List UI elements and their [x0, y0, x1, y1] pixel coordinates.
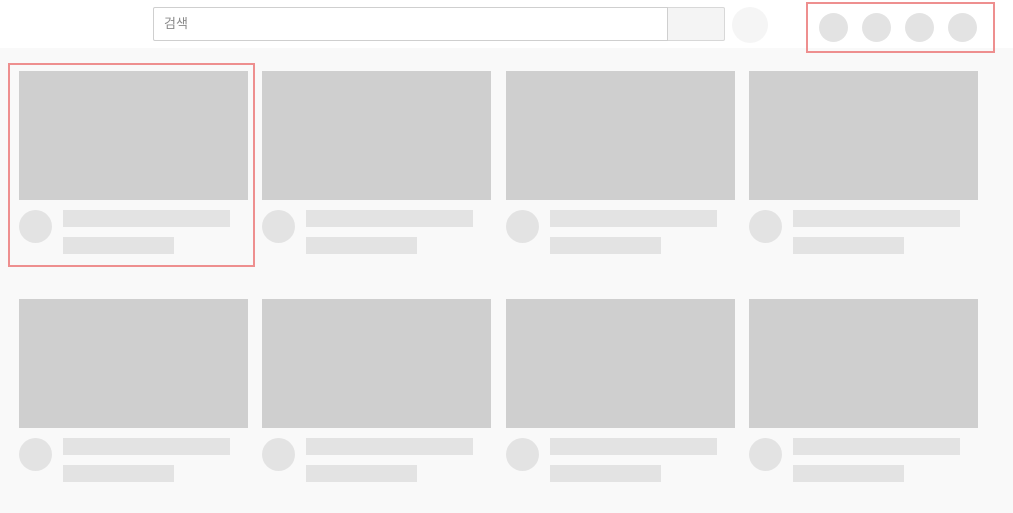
header-actions-group [806, 2, 995, 53]
masthead [0, 0, 1013, 53]
video-thumbnail-placeholder[interactable] [19, 71, 248, 200]
channel-avatar-placeholder[interactable] [262, 438, 295, 471]
video-meta-placeholder [793, 465, 904, 482]
channel-avatar-placeholder[interactable] [506, 210, 539, 243]
video-card[interactable] [262, 71, 491, 271]
video-thumbnail-placeholder[interactable] [262, 299, 491, 428]
header-action-button-1[interactable] [819, 13, 848, 42]
video-card[interactable] [19, 71, 248, 271]
channel-avatar-placeholder[interactable] [262, 210, 295, 243]
video-title-placeholder [793, 438, 960, 455]
video-meta-placeholder [306, 237, 417, 254]
video-thumbnail-placeholder[interactable] [19, 299, 248, 428]
header-action-button-4[interactable] [948, 13, 977, 42]
video-title-placeholder [793, 210, 960, 227]
video-meta-placeholder [63, 465, 174, 482]
video-meta-placeholder [550, 237, 661, 254]
video-title-placeholder [550, 438, 717, 455]
channel-avatar-placeholder[interactable] [749, 438, 782, 471]
voice-search-button[interactable] [732, 7, 768, 43]
video-meta-placeholder [306, 465, 417, 482]
video-meta-placeholder [550, 465, 661, 482]
video-card[interactable] [506, 71, 735, 271]
video-card[interactable] [262, 299, 491, 499]
channel-avatar-placeholder[interactable] [19, 210, 52, 243]
video-card[interactable] [506, 299, 735, 499]
header-action-button-2[interactable] [862, 13, 891, 42]
video-thumbnail-placeholder[interactable] [749, 71, 978, 200]
video-meta-placeholder [63, 237, 174, 254]
video-title-placeholder [63, 210, 230, 227]
video-thumbnail-placeholder[interactable] [262, 71, 491, 200]
channel-avatar-placeholder[interactable] [19, 438, 52, 471]
video-title-placeholder [306, 438, 473, 455]
video-card[interactable] [749, 299, 978, 499]
video-card[interactable] [749, 71, 978, 271]
header-action-button-3[interactable] [905, 13, 934, 42]
search-input[interactable] [153, 7, 668, 41]
video-thumbnail-placeholder[interactable] [506, 299, 735, 428]
channel-avatar-placeholder[interactable] [506, 438, 539, 471]
video-title-placeholder [550, 210, 717, 227]
video-title-placeholder [63, 438, 230, 455]
video-thumbnail-placeholder[interactable] [506, 71, 735, 200]
search-button[interactable] [668, 7, 725, 41]
video-card[interactable] [19, 299, 248, 499]
video-meta-placeholder [793, 237, 904, 254]
channel-avatar-placeholder[interactable] [749, 210, 782, 243]
video-title-placeholder [306, 210, 473, 227]
video-thumbnail-placeholder[interactable] [749, 299, 978, 428]
